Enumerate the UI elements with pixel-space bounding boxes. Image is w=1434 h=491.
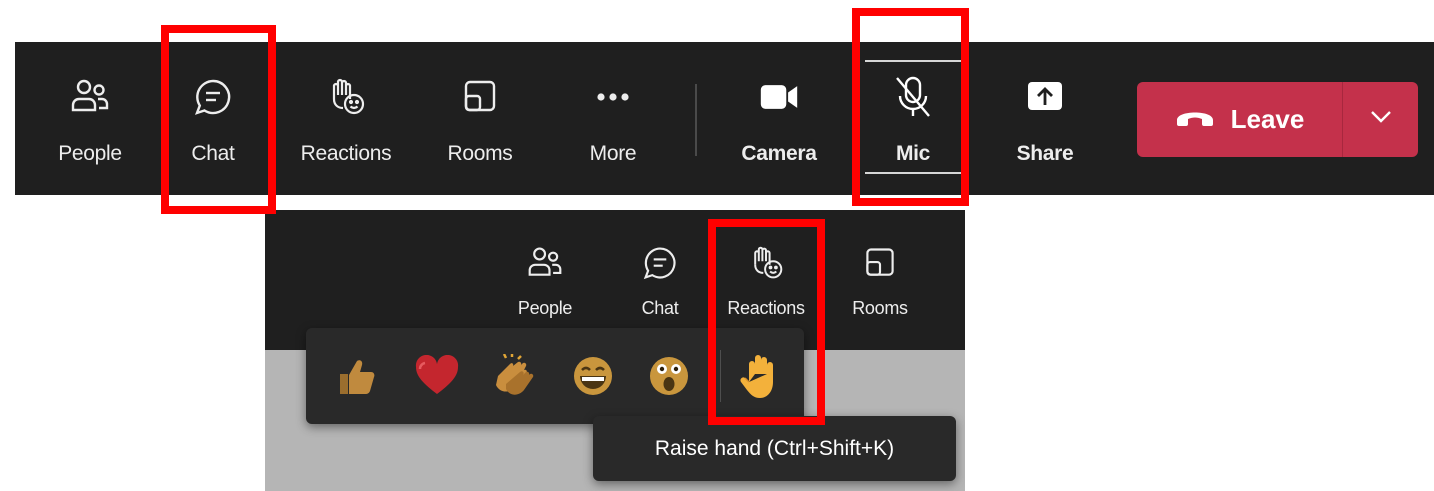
reactions-button[interactable]: Reactions [285, 42, 407, 195]
rooms-icon [862, 245, 898, 281]
more-button[interactable]: More [565, 42, 661, 195]
raised-hand-emoji[interactable] [734, 348, 788, 404]
share-button[interactable]: Share [997, 42, 1093, 195]
rooms-button[interactable]: Rooms [430, 42, 530, 195]
share-label: Share [1016, 142, 1074, 165]
people-button[interactable]: People [42, 42, 138, 195]
meeting-toolbar: People Chat Reactions Rooms More Camera … [15, 42, 1434, 195]
people-label: People [58, 142, 122, 165]
raise-hand-tooltip: Raise hand (Ctrl+Shift+K) [593, 416, 956, 481]
camera-button[interactable]: Camera [727, 42, 831, 195]
zoomed-reactions-panel: People Chat Reactions Rooms Raise hand (… [265, 210, 965, 491]
toolbar-divider [695, 84, 697, 156]
heart-emoji[interactable] [410, 348, 464, 404]
chat-label: Chat [641, 298, 679, 318]
phone-hangup-icon [1175, 106, 1215, 133]
reaction-tray-divider [720, 350, 721, 402]
chat-label: Chat [191, 142, 235, 165]
mic-bottom-indicator [865, 172, 961, 174]
tooltip-text: Raise hand (Ctrl+Shift+K) [654, 436, 895, 460]
leave-button[interactable]: Leave [1137, 82, 1342, 157]
reaction-tray [306, 328, 804, 424]
mic-label: Mic [895, 142, 931, 165]
more-icon [593, 77, 633, 117]
rooms-button[interactable]: Rooms [837, 210, 923, 335]
clapping-hands-emoji[interactable] [488, 348, 542, 404]
thumbs-up-emoji[interactable] [330, 348, 384, 404]
rooms-icon [460, 77, 500, 117]
rooms-label: Rooms [852, 298, 908, 318]
camera-icon [759, 77, 799, 117]
laughing-face-emoji[interactable] [566, 348, 620, 404]
reactions-label: Reactions [300, 142, 392, 165]
chat-icon [193, 77, 233, 117]
camera-label: Camera [741, 142, 817, 165]
chevron-down-icon [1370, 110, 1392, 129]
mic-off-icon [893, 76, 933, 117]
leave-button-group: Leave [1137, 82, 1418, 157]
people-icon [527, 245, 563, 281]
people-icon [70, 77, 110, 117]
leave-label: Leave [1230, 104, 1305, 134]
reactions-label: Reactions [727, 298, 805, 318]
reactions-icon [326, 77, 366, 117]
reactions-button[interactable]: Reactions [716, 210, 816, 335]
surprised-face-emoji[interactable] [642, 348, 696, 404]
mic-top-indicator [865, 60, 961, 62]
people-label: People [517, 298, 573, 318]
chat-button[interactable]: Chat [620, 210, 700, 335]
chat-button[interactable]: Chat [165, 42, 261, 195]
more-label: More [589, 142, 637, 165]
rooms-label: Rooms [447, 142, 513, 165]
people-button[interactable]: People [505, 210, 585, 335]
chat-icon [642, 245, 678, 281]
share-icon [1025, 77, 1065, 117]
reactions-icon [748, 245, 784, 281]
leave-options-button[interactable] [1343, 82, 1418, 157]
